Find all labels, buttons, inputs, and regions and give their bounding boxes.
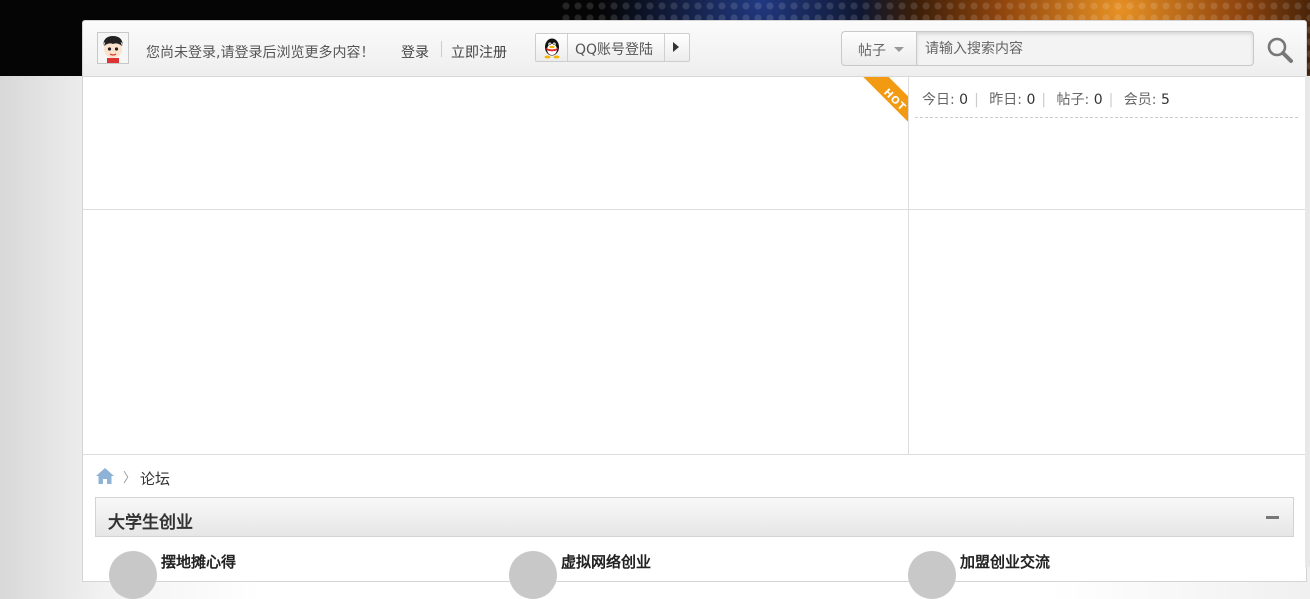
- forum-icon: [109, 551, 157, 599]
- forum-name[interactable]: 摆地摊心得: [161, 551, 236, 572]
- today-value: 0: [959, 92, 969, 108]
- forum-icon: [509, 551, 557, 599]
- home-icon[interactable]: [95, 467, 115, 485]
- breadcrumb-separator: 〉: [123, 471, 137, 486]
- cartoon-avatar-icon: [97, 32, 129, 64]
- posts-value: 0: [1093, 92, 1103, 108]
- header-bar: 您尚未登录,请登录后浏览更多内容！ 登录 立即注册 QQ账号登陆 帖子 请输入搜…: [83, 21, 1306, 77]
- forum-name[interactable]: 虚拟网络创业: [561, 551, 651, 572]
- forum-icon: [908, 551, 956, 599]
- qq-login-button[interactable]: QQ账号登陆: [535, 33, 690, 62]
- category-title[interactable]: 大学生创业: [108, 508, 193, 533]
- posts-label: 帖子:: [1056, 92, 1090, 108]
- hot-content-panel: HOT: [83, 77, 908, 210]
- login-link[interactable]: 登录: [401, 42, 429, 62]
- login-prompt-text: 您尚未登录,请登录后浏览更多内容！: [146, 45, 375, 61]
- yesterday-value: 0: [1026, 92, 1036, 108]
- qq-login-label: QQ账号登陆: [575, 42, 654, 58]
- search-input[interactable]: [916, 31, 1254, 66]
- category-header: 大学生创业: [95, 497, 1294, 537]
- arrow-right-icon: [673, 42, 679, 52]
- forum-name[interactable]: 加盟创业交流: [960, 551, 1050, 572]
- forum-stats: 今日: 0 | 昨日: 0 | 帖子: 0 | 会员: 5: [922, 92, 1170, 108]
- search-icon[interactable]: [1265, 35, 1295, 65]
- members-label: 会员:: [1123, 92, 1157, 108]
- column-divider: [908, 77, 909, 455]
- minus-icon[interactable]: [1266, 516, 1279, 519]
- register-link[interactable]: 立即注册: [451, 42, 507, 62]
- section-divider: [83, 454, 1306, 455]
- main-container: 您尚未登录,请登录后浏览更多内容！ 登录 立即注册 QQ账号登陆 帖子 请输入搜…: [82, 20, 1307, 599]
- page-edge: [1305, 76, 1310, 567]
- yesterday-label: 昨日:: [989, 92, 1022, 108]
- qq-penguin-icon: [542, 37, 562, 59]
- members-value: 5: [1160, 92, 1170, 108]
- search-type-label: 帖子: [858, 43, 886, 59]
- search-type-dropdown[interactable]: 帖子: [841, 31, 916, 66]
- link-separator: [441, 41, 442, 57]
- section-divider: [83, 209, 1306, 210]
- stats-divider: [915, 117, 1298, 118]
- chevron-down-icon: [894, 47, 904, 52]
- today-label: 今日:: [922, 92, 955, 108]
- hot-badge-text: HOT: [881, 87, 908, 114]
- breadcrumb-forum-link[interactable]: 论坛: [140, 468, 170, 489]
- hot-ribbon-badge: HOT: [848, 77, 908, 129]
